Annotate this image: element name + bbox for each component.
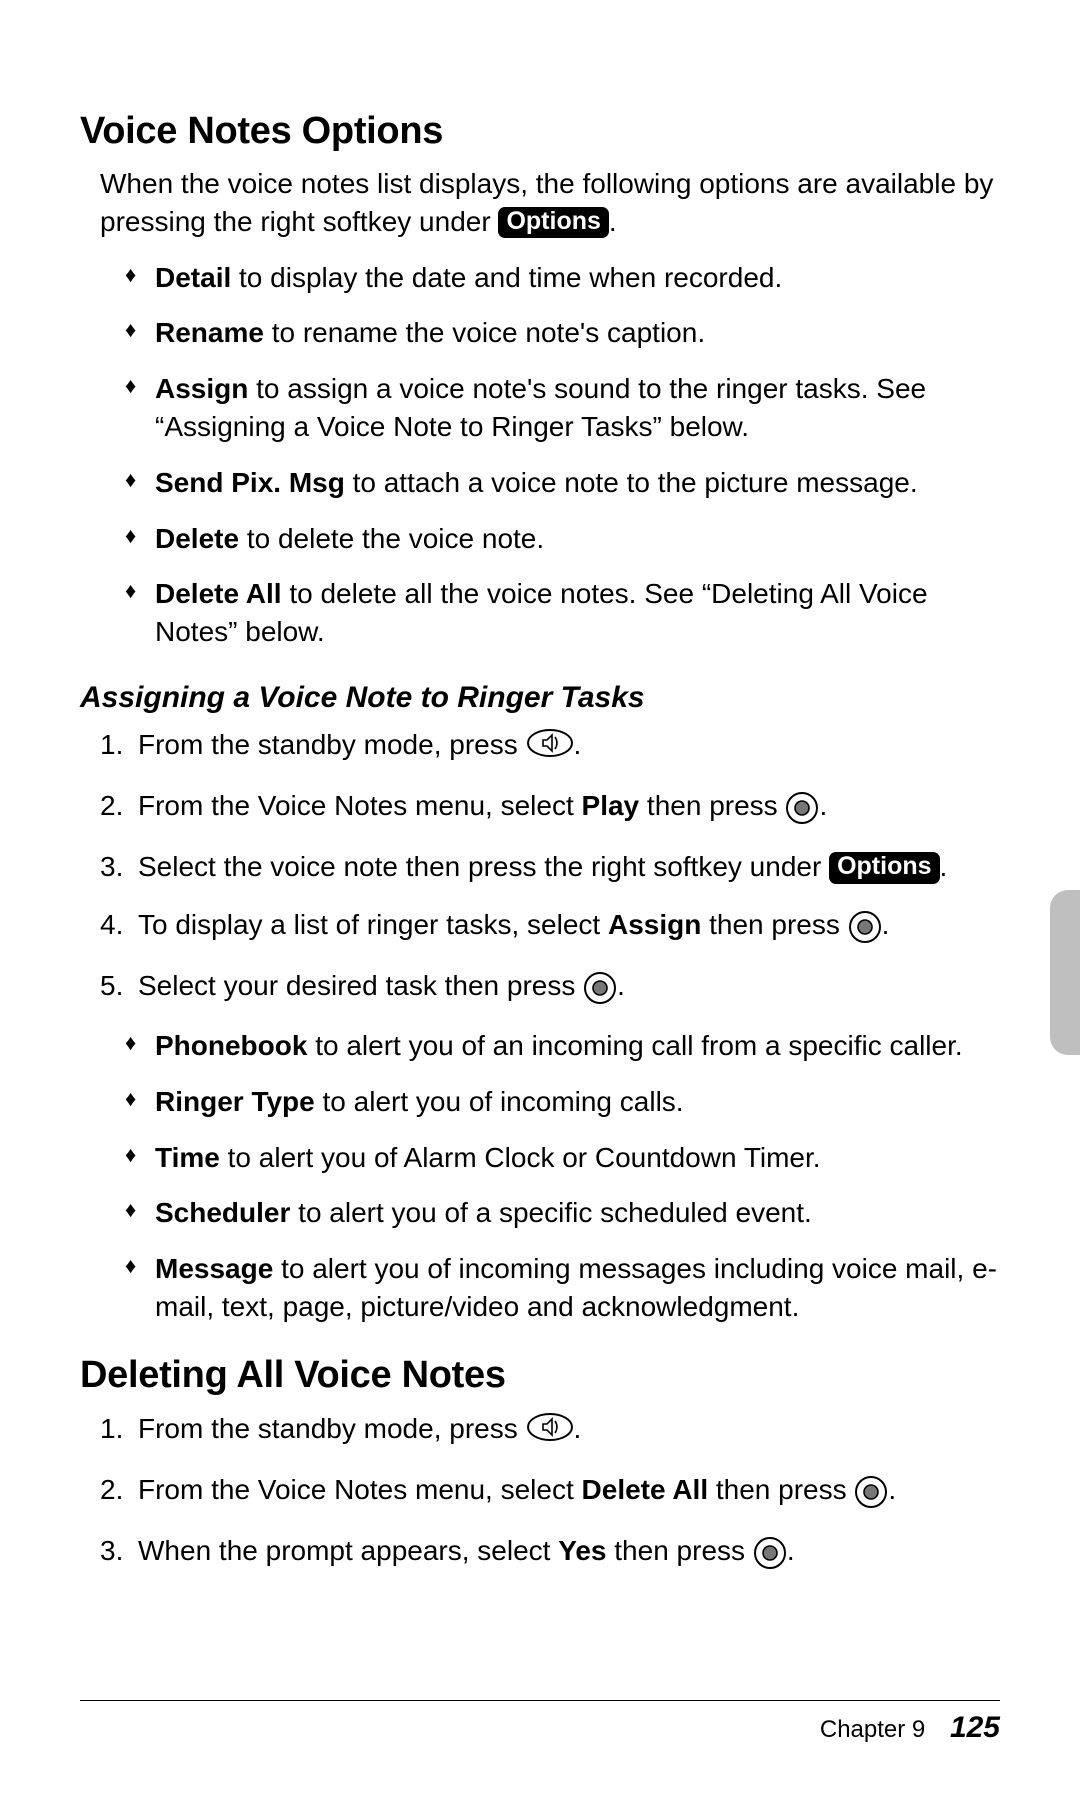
- task-term: Scheduler: [155, 1197, 290, 1228]
- options-badge: Options: [829, 852, 939, 884]
- option-desc: to delete the voice note.: [239, 523, 544, 554]
- option-desc: to display the date and time when record…: [231, 262, 782, 293]
- step-text: then press: [639, 790, 785, 821]
- task-term: Time: [155, 1142, 220, 1173]
- step-item: From the standby mode, press .: [100, 1409, 1000, 1452]
- task-desc: to alert you of a specific scheduled eve…: [290, 1197, 811, 1228]
- bold-word: Yes: [558, 1535, 606, 1566]
- task-term: Phonebook: [155, 1030, 307, 1061]
- bold-word: Play: [582, 790, 640, 821]
- task-desc: to alert you of an incoming call from a …: [307, 1030, 962, 1061]
- list-item: Send Pix. Msg to attach a voice note to …: [125, 464, 1000, 502]
- option-term: Delete: [155, 523, 239, 554]
- options-badge: Options: [498, 207, 608, 239]
- speaker-button-icon: [526, 1412, 574, 1452]
- page-number: 125: [932, 1711, 1000, 1744]
- period: .: [940, 851, 948, 882]
- page-thumb-tab: [1050, 890, 1080, 1055]
- list-item: Assign to assign a voice note's sound to…: [125, 370, 1000, 446]
- heading-assigning-voice-note: Assigning a Voice Note to Ringer Tasks: [80, 681, 1000, 715]
- option-term: Rename: [155, 317, 264, 348]
- delete-steps: From the standby mode, press . From the …: [100, 1409, 1000, 1575]
- ok-button-icon: [854, 1474, 888, 1513]
- ok-button-icon: [785, 790, 819, 829]
- step-text: Select the voice note then press the rig…: [138, 851, 829, 882]
- step-item: To display a list of ringer tasks, selec…: [100, 905, 1000, 948]
- option-term: Send Pix. Msg: [155, 467, 345, 498]
- period: .: [617, 970, 625, 1001]
- list-item: Message to alert you of incoming message…: [125, 1250, 1000, 1326]
- option-desc: to attach a voice note to the picture me…: [345, 467, 918, 498]
- task-term: Message: [155, 1253, 273, 1284]
- step-text: When the prompt appears, select: [138, 1535, 558, 1566]
- option-term: Detail: [155, 262, 231, 293]
- option-desc: to rename the voice note's caption.: [264, 317, 705, 348]
- intro-text-b: .: [609, 206, 617, 237]
- list-item: Rename to rename the voice note's captio…: [125, 314, 1000, 352]
- heading-voice-notes-options: Voice Notes Options: [80, 110, 1000, 153]
- step-item: From the Voice Notes menu, select Delete…: [100, 1470, 1000, 1513]
- ok-button-icon: [753, 1535, 787, 1574]
- bold-word: Delete All: [582, 1474, 709, 1505]
- task-desc: to alert you of Alarm Clock or Countdown…: [220, 1142, 821, 1173]
- task-desc: to alert you of incoming messages includ…: [155, 1253, 997, 1322]
- list-item: Phonebook to alert you of an incoming ca…: [125, 1027, 1000, 1065]
- step-item: From the Voice Notes menu, select Play t…: [100, 786, 1000, 829]
- step-item: From the standby mode, press .: [100, 725, 1000, 768]
- period: .: [819, 790, 827, 821]
- task-desc: to alert you of incoming calls.: [315, 1086, 684, 1117]
- step-item: Select the voice note then press the rig…: [100, 847, 1000, 886]
- step-text: then press: [708, 1474, 854, 1505]
- intro-paragraph: When the voice notes list displays, the …: [100, 165, 1000, 241]
- assign-steps: From the standby mode, press . From the …: [100, 725, 1000, 1009]
- step-text: From the Voice Notes menu, select: [138, 790, 582, 821]
- step-item: Select your desired task then press .: [100, 966, 1000, 1009]
- step-text: To display a list of ringer tasks, selec…: [138, 909, 608, 940]
- step-text: then press: [607, 1535, 753, 1566]
- period: .: [882, 909, 890, 940]
- step-text: From the standby mode, press: [138, 729, 526, 760]
- task-term: Ringer Type: [155, 1086, 315, 1117]
- list-item: Delete All to delete all the voice notes…: [125, 575, 1000, 651]
- ok-button-icon: [583, 970, 617, 1009]
- period: .: [787, 1535, 795, 1566]
- page-footer: Chapter 9 125: [80, 1700, 1000, 1745]
- bold-word: Assign: [608, 909, 701, 940]
- speaker-button-icon: [526, 728, 574, 768]
- list-item: Ringer Type to alert you of incoming cal…: [125, 1083, 1000, 1121]
- step-text: then press: [701, 909, 847, 940]
- step-text: From the Voice Notes menu, select: [138, 1474, 582, 1505]
- option-desc: to assign a voice note's sound to the ri…: [155, 373, 926, 442]
- list-item: Time to alert you of Alarm Clock or Coun…: [125, 1139, 1000, 1177]
- step-text: From the standby mode, press: [138, 1413, 526, 1444]
- list-item: Detail to display the date and time when…: [125, 259, 1000, 297]
- option-term: Assign: [155, 373, 248, 404]
- list-item: Delete to delete the voice note.: [125, 520, 1000, 558]
- period: .: [574, 729, 582, 760]
- step-text: Select your desired task then press: [138, 970, 583, 1001]
- options-list: Detail to display the date and time when…: [125, 259, 1000, 651]
- chapter-label: Chapter 9: [820, 1716, 925, 1743]
- heading-deleting-all-voice-notes: Deleting All Voice Notes: [80, 1354, 1000, 1397]
- option-term: Delete All: [155, 578, 282, 609]
- ok-button-icon: [848, 909, 882, 948]
- list-item: Scheduler to alert you of a specific sch…: [125, 1194, 1000, 1232]
- period: .: [888, 1474, 896, 1505]
- step-item: When the prompt appears, select Yes then…: [100, 1531, 1000, 1574]
- period: .: [574, 1413, 582, 1444]
- tasks-list: Phonebook to alert you of an incoming ca…: [125, 1027, 1000, 1326]
